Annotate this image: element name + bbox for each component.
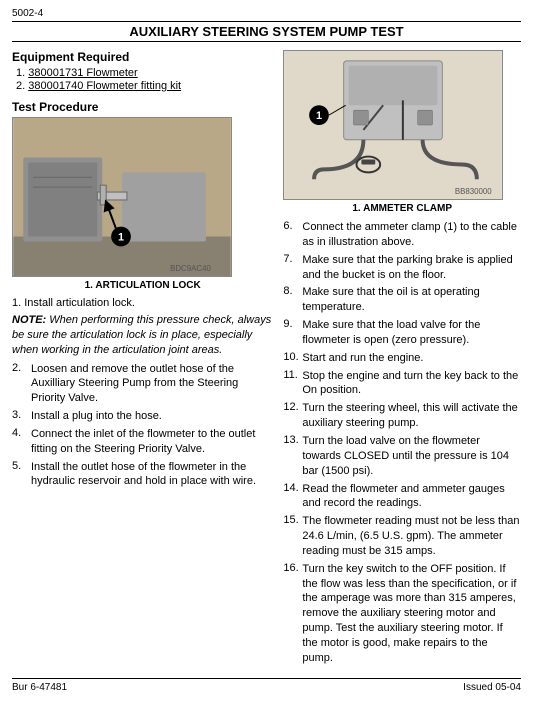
- step-4: 4. Connect the inlet of the flowmeter to…: [12, 427, 273, 457]
- right-image: 1 BB830000: [283, 50, 503, 200]
- step-2: 2. Loosen and remove the outlet hose of …: [12, 362, 273, 407]
- equipment-list: 1. 380001731 Flowmeter 2. 380001740 Flow…: [16, 67, 273, 92]
- step-12: 12. Turn the steering wheel, this will a…: [283, 401, 521, 431]
- right-steps: 6. Connect the ammeter clamp (1) to the …: [283, 220, 521, 666]
- svg-text:BDC9AC40: BDC9AC40: [170, 264, 211, 273]
- step-15: 15. The flowmeter reading must not be le…: [283, 514, 521, 559]
- test-procedure-title: Test Procedure: [12, 100, 273, 114]
- equipment-link-2[interactable]: 380001740 Flowmeter fitting kit: [28, 80, 181, 92]
- equipment-item-2: 2. 380001740 Flowmeter fitting kit: [16, 80, 273, 92]
- footer: Bur 6-47481 Issued 05-04: [12, 678, 521, 693]
- left-steps: 2. Loosen and remove the outlet hose of …: [12, 362, 273, 490]
- note-block: NOTE: When performing this pressure chec…: [12, 313, 273, 358]
- step-13: 13. Turn the load valve on the flowmeter…: [283, 434, 521, 479]
- step-16: 16. Turn the key switch to the OFF posit…: [283, 562, 521, 666]
- equipment-section-title: Equipment Required: [12, 50, 273, 64]
- left-image: 1 BDC9AC40: [12, 117, 232, 277]
- step-7: 7. Make sure that the parking brake is a…: [283, 253, 521, 283]
- left-image-caption: 1. ARTICULATION LOCK: [12, 280, 273, 291]
- step-1: 1. Install articulation lock.: [12, 297, 273, 309]
- footer-right: Issued 05-04: [463, 682, 521, 693]
- step-10: 10. Start and run the engine.: [283, 351, 521, 366]
- step-8: 8. Make sure that the oil is at operatin…: [283, 285, 521, 315]
- step-11: 11. Stop the engine and turn the key bac…: [283, 369, 521, 399]
- svg-text:BB830000: BB830000: [455, 187, 492, 196]
- step-14: 14. Read the flowmeter and ammeter gauge…: [283, 482, 521, 512]
- step-3: 3. Install a plug into the hose.: [12, 409, 273, 424]
- step-6: 6. Connect the ammeter clamp (1) to the …: [283, 220, 521, 250]
- main-title: AUXILIARY STEERING SYSTEM PUMP TEST: [12, 21, 521, 42]
- equipment-link-1[interactable]: 380001731 Flowmeter: [28, 67, 137, 79]
- page-num: 5002-4: [12, 8, 521, 19]
- svg-text:1: 1: [118, 231, 124, 243]
- footer-left: Bur 6-47481: [12, 682, 67, 693]
- equipment-item-1: 1. 380001731 Flowmeter: [16, 67, 273, 79]
- step-9: 9. Make sure that the load valve for the…: [283, 318, 521, 348]
- right-image-caption: 1. AMMETER CLAMP: [283, 203, 521, 214]
- step-5: 5. Install the outlet hose of the flowme…: [12, 460, 273, 490]
- svg-text:1: 1: [316, 110, 322, 122]
